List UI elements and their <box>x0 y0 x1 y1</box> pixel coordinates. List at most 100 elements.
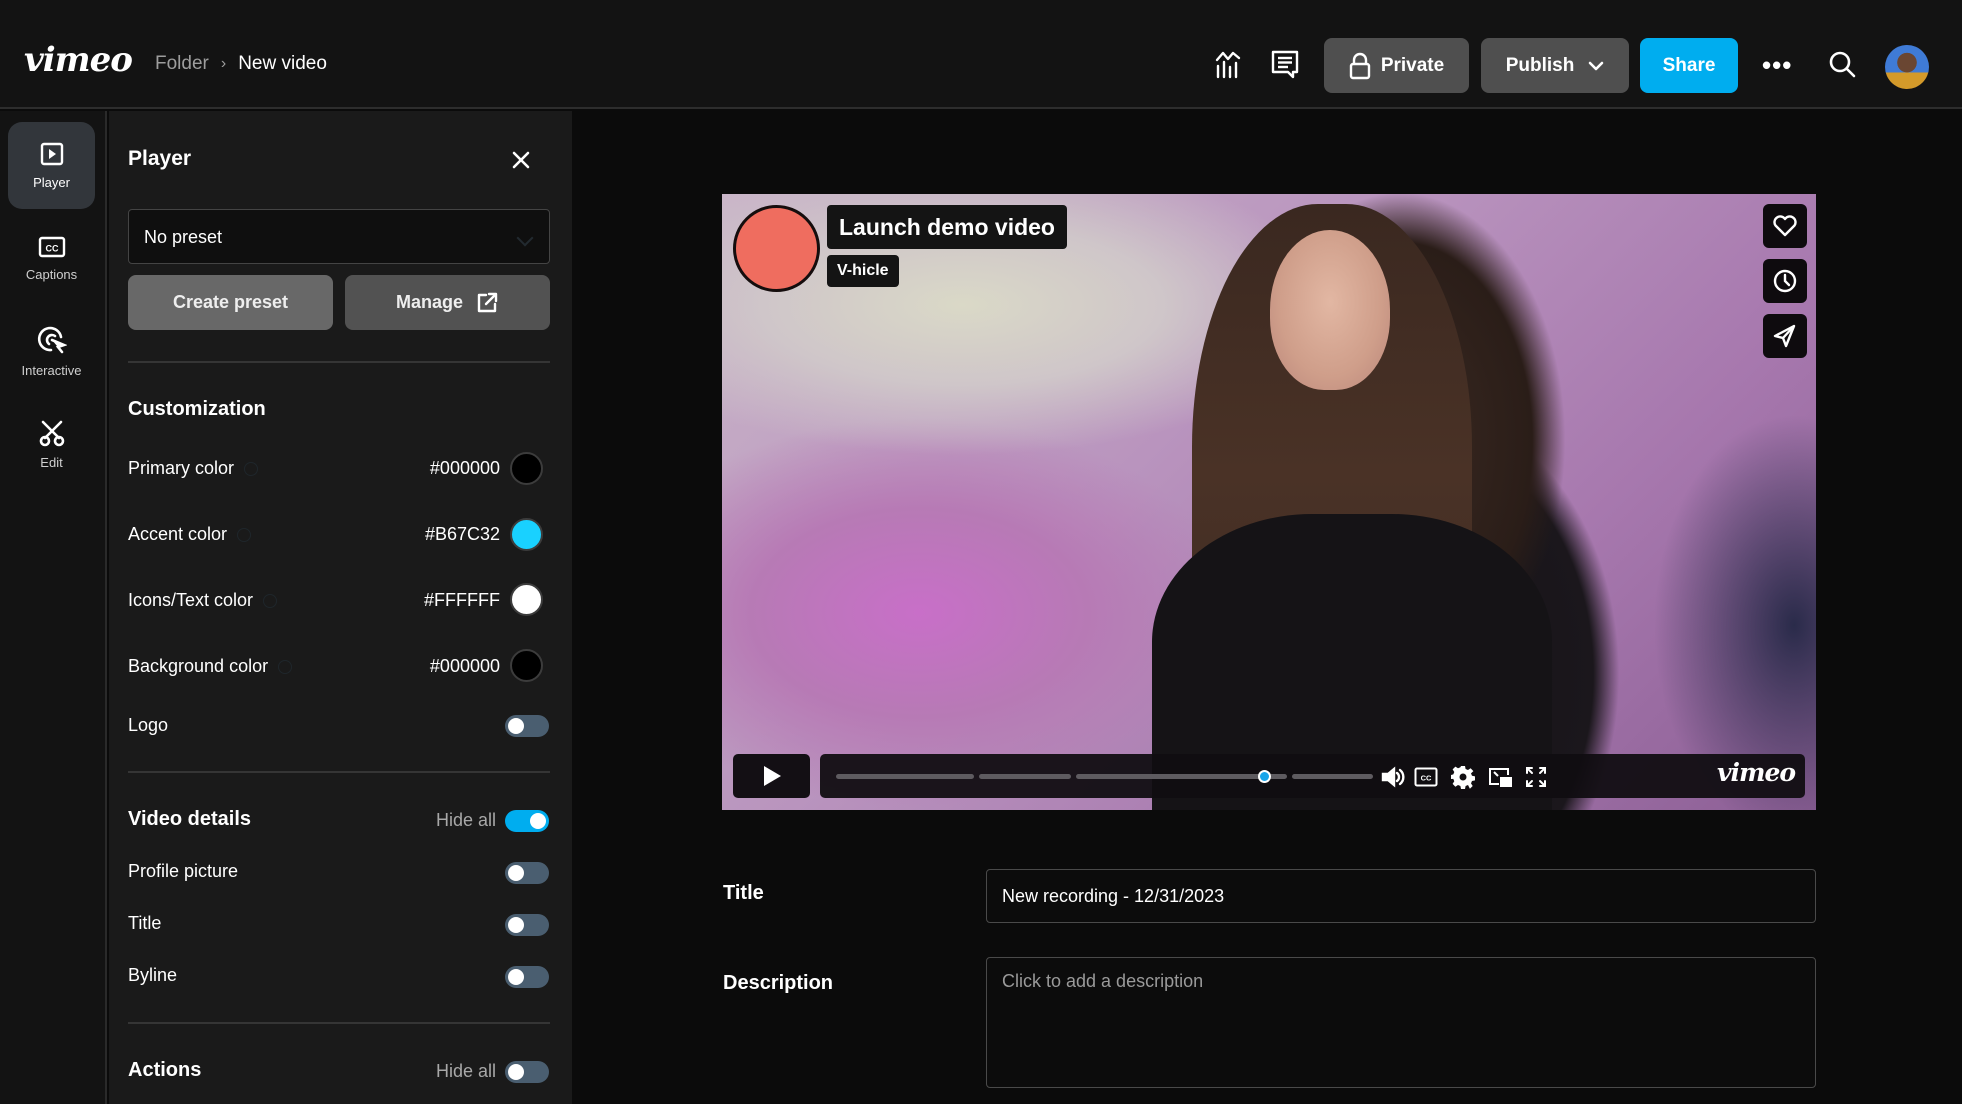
divider <box>128 771 550 773</box>
close-icon[interactable] <box>510 149 532 171</box>
settings-icon[interactable] <box>1450 764 1476 790</box>
accent-color-hex[interactable]: #B67C32 <box>425 524 500 545</box>
profile-picture-label: Profile picture <box>128 861 238 882</box>
info-icon[interactable] <box>278 659 293 674</box>
background-color-swatch[interactable] <box>510 649 543 682</box>
preset-dropdown-value: No preset <box>144 227 223 247</box>
panel-title: Player <box>128 147 192 170</box>
video-byline-overlay[interactable]: V-hicle <box>827 255 899 287</box>
left-rail: Player CC Captions Interactive Edit <box>0 111 107 1104</box>
breadcrumb-folder[interactable]: Folder <box>155 53 209 75</box>
byline-label: Byline <box>128 965 177 986</box>
video-details-hide-all-label: Hide all <box>435 810 496 830</box>
svg-text:CC: CC <box>1421 774 1432 783</box>
row-label-text: Primary color <box>128 458 235 478</box>
captions-icon: CC <box>38 236 65 258</box>
play-icon <box>763 766 781 786</box>
toggle-knob <box>508 1064 524 1080</box>
create-preset-label: Create preset <box>172 292 289 312</box>
like-icon[interactable] <box>1763 204 1807 248</box>
privacy-button[interactable]: Private <box>1324 38 1469 93</box>
toggle-knob <box>508 865 524 881</box>
share-icon[interactable] <box>1763 314 1807 358</box>
profile-picture-toggle[interactable] <box>505 862 549 884</box>
actions-hide-all-toggle[interactable] <box>505 1061 549 1083</box>
privacy-button-label: Private <box>1380 54 1445 76</box>
video-frame-subject-face <box>1270 230 1390 390</box>
description-field-label: Description <box>723 972 834 994</box>
background-color-hex[interactable]: #000000 <box>430 656 500 677</box>
rail-item-label: Interactive <box>21 363 82 378</box>
divider <box>128 361 550 363</box>
row-label-text: Title <box>128 913 162 933</box>
chevron-down-icon <box>516 229 534 247</box>
external-link-icon <box>477 292 498 312</box>
rail-item-player[interactable]: Player <box>8 122 95 209</box>
search-icon[interactable] <box>1826 48 1858 80</box>
top-header: vimeo Folder › New video Private Publish… <box>0 0 1962 109</box>
accent-color-swatch[interactable] <box>510 518 543 551</box>
title-toggle[interactable] <box>505 914 549 936</box>
info-icon[interactable] <box>263 593 278 608</box>
fullscreen-icon[interactable] <box>1523 764 1549 790</box>
video-owner-avatar[interactable] <box>733 205 820 292</box>
breadcrumb: Folder › New video <box>155 53 327 75</box>
rail-item-captions[interactable]: CC Captions <box>8 215 95 302</box>
primary-color-swatch[interactable] <box>510 452 543 485</box>
share-button[interactable]: Share <box>1640 38 1738 93</box>
analytics-icon[interactable] <box>1212 48 1244 80</box>
video-details-heading: Video details <box>128 808 252 830</box>
actions-hide-all-label: Hide all <box>435 1061 496 1081</box>
progress-chapter-segment[interactable] <box>1292 774 1373 779</box>
comments-icon[interactable] <box>1269 48 1301 80</box>
info-icon[interactable] <box>244 461 259 476</box>
info-icon[interactable] <box>237 527 252 542</box>
lock-icon <box>1349 52 1371 79</box>
toggle-knob <box>508 718 524 734</box>
breadcrumb-current: New video <box>238 53 327 74</box>
icons-text-color-label: Icons/Text color <box>128 590 278 611</box>
rail-item-label: Player <box>33 175 70 190</box>
video-player[interactable]: Launch demo video V-hicle CC vimeo <box>722 194 1816 810</box>
manage-presets-button[interactable]: Manage <box>345 275 550 330</box>
icons-text-color-hex[interactable]: #FFFFFF <box>424 590 500 611</box>
video-title-overlay[interactable]: Launch demo video <box>827 205 1067 249</box>
volume-icon[interactable] <box>1380 764 1406 790</box>
player-control-bar: CC vimeo <box>820 754 1805 798</box>
play-button[interactable] <box>733 754 810 798</box>
preset-dropdown[interactable]: No preset <box>128 209 550 264</box>
row-label-text: Icons/Text color <box>128 590 254 610</box>
captions-icon[interactable]: CC <box>1413 764 1439 790</box>
logo-toggle[interactable] <box>505 715 549 737</box>
icons-text-color-swatch[interactable] <box>510 583 543 616</box>
title-input[interactable] <box>986 869 1816 923</box>
create-preset-button[interactable]: Create preset <box>128 275 333 330</box>
playhead-scrubber[interactable] <box>1257 770 1271 783</box>
rail-item-interactive[interactable]: Interactive <box>8 308 95 395</box>
actions-heading: Actions <box>128 1059 202 1081</box>
video-details-hide-all-toggle[interactable] <box>505 810 549 832</box>
progress-chapter-segment[interactable] <box>1076 774 1287 779</box>
primary-color-hex[interactable]: #000000 <box>430 458 500 479</box>
vimeo-logo[interactable]: vimeo <box>24 40 133 80</box>
user-avatar[interactable] <box>1885 45 1929 89</box>
more-options-icon[interactable]: ••• <box>1762 52 1792 78</box>
description-input[interactable] <box>986 957 1816 1088</box>
breadcrumb-separator: › <box>220 55 227 72</box>
primary-color-label: Primary color <box>128 458 259 479</box>
divider <box>128 1022 550 1024</box>
byline-toggle[interactable] <box>505 966 549 988</box>
rail-item-label: Edit <box>40 455 63 470</box>
row-label-text: Logo <box>128 715 169 735</box>
progress-chapter-segment[interactable] <box>979 774 1071 779</box>
toggle-knob <box>530 813 546 829</box>
picture-in-picture-icon[interactable] <box>1487 764 1513 790</box>
row-label-text: Byline <box>128 965 178 985</box>
player-icon <box>40 142 63 166</box>
rail-item-edit[interactable]: Edit <box>8 401 95 488</box>
player-vimeo-logo[interactable]: vimeo <box>1717 758 1796 787</box>
watch-later-icon[interactable] <box>1763 259 1807 303</box>
publish-button[interactable]: Publish <box>1481 38 1629 93</box>
toggle-knob <box>508 917 524 933</box>
progress-chapter-segment[interactable] <box>836 774 974 779</box>
